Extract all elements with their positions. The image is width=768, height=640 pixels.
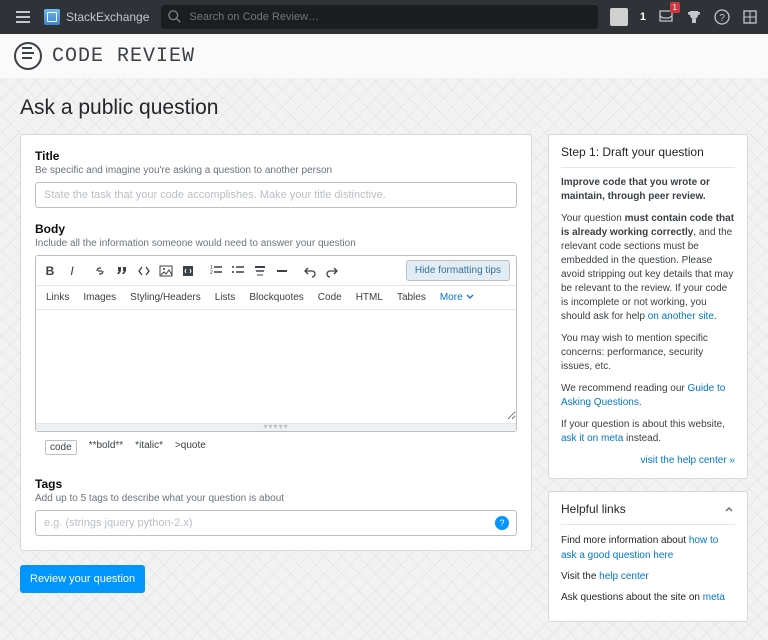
tab-tables[interactable]: Tables [397,292,426,303]
hamburger-menu[interactable] [10,11,36,23]
italic-button[interactable]: I [64,263,80,279]
body-desc: Include all the information someone woul… [35,238,517,249]
svg-text:?: ? [719,13,725,24]
site-logo-icon[interactable] [14,42,42,70]
reputation: 1 [640,11,646,23]
resize-grippie[interactable]: ▾▾▾▾▾ [36,423,516,431]
tags-help-icon[interactable]: ? [495,516,509,530]
ol-button[interactable]: 12 [208,263,224,279]
stackexchange-icon [44,9,60,25]
helpful-links-card: Helpful links Find more information abou… [548,491,748,622]
avatar[interactable] [610,8,628,26]
review-question-button[interactable]: Review your question [20,565,145,593]
tab-html[interactable]: HTML [356,292,383,303]
tags-input[interactable] [35,510,517,536]
md-code: code [45,440,77,455]
md-italic: *italic* [135,440,163,455]
quote-button[interactable] [114,263,130,279]
tab-styling[interactable]: Styling/Headers [130,292,201,303]
meta-link[interactable]: meta [703,592,725,603]
hide-tips-button[interactable]: Hide formatting tips [406,260,510,281]
markdown-help: code **bold** *italic* >quote [35,432,517,463]
tab-code[interactable]: Code [318,292,342,303]
title-input[interactable] [35,182,517,208]
body-label: Body [35,222,517,236]
snippet-button[interactable] [180,263,196,279]
heading-button[interactable] [252,263,268,279]
md-quote: >quote [175,440,206,455]
tab-blockquotes[interactable]: Blockquotes [249,292,303,303]
site-header: CODE REVIEW [0,34,768,78]
tab-links[interactable]: Links [46,292,69,303]
editor: B I [35,255,517,432]
inbox-badge: 1 [670,2,680,13]
step-card: Step 1: Draft your question Improve code… [548,134,748,479]
step-concerns: You may wish to mention specific concern… [561,332,735,374]
image-button[interactable] [158,263,174,279]
code-button[interactable] [136,263,152,279]
site-name[interactable]: CODE REVIEW [52,45,195,68]
ul-button[interactable] [230,263,246,279]
tab-more[interactable]: More [440,292,476,303]
undo-button[interactable] [302,263,318,279]
network-brand[interactable]: StackExchange [44,9,149,25]
brand-text: StackExchange [66,10,149,24]
redo-button[interactable] [324,263,340,279]
hr-button[interactable] [274,263,290,279]
step-heading: Step 1: Draft your question [561,145,735,168]
bold-button[interactable]: B [42,263,58,279]
search-container [161,5,597,29]
chevron-up-icon [723,503,735,515]
md-bold: **bold** [89,440,123,455]
search-input[interactable] [161,5,597,29]
trophy-icon[interactable] [686,9,702,25]
chevron-down-icon [465,292,475,302]
ask-meta-link[interactable]: ask it on meta [561,433,623,444]
link-button[interactable] [92,263,108,279]
svg-text:2: 2 [210,270,213,276]
inbox-button[interactable]: 1 [658,8,674,27]
title-desc: Be specific and imagine you're asking a … [35,165,517,176]
visit-help-link[interactable]: visit the help center » [641,455,736,466]
help-heading: Helpful links [561,502,626,516]
help-toggle[interactable]: Helpful links [561,502,735,516]
help-icon[interactable]: ? [714,9,730,25]
body-textarea[interactable] [36,310,516,420]
tags-desc: Add up to 5 tags to describe what your q… [35,493,517,504]
page-title: Ask a public question [20,96,748,120]
step-intro: Improve code that you wrote or maintain,… [561,177,710,202]
tags-label: Tags [35,477,517,491]
tab-lists[interactable]: Lists [215,292,236,303]
another-site-link[interactable]: on another site [648,311,714,322]
community-icon[interactable] [742,9,758,25]
tab-images[interactable]: Images [83,292,116,303]
search-icon [168,10,182,24]
title-label: Title [35,149,517,163]
question-form: Title Be specific and imagine you're ask… [20,134,532,551]
help-center-link[interactable]: help center [599,571,648,582]
